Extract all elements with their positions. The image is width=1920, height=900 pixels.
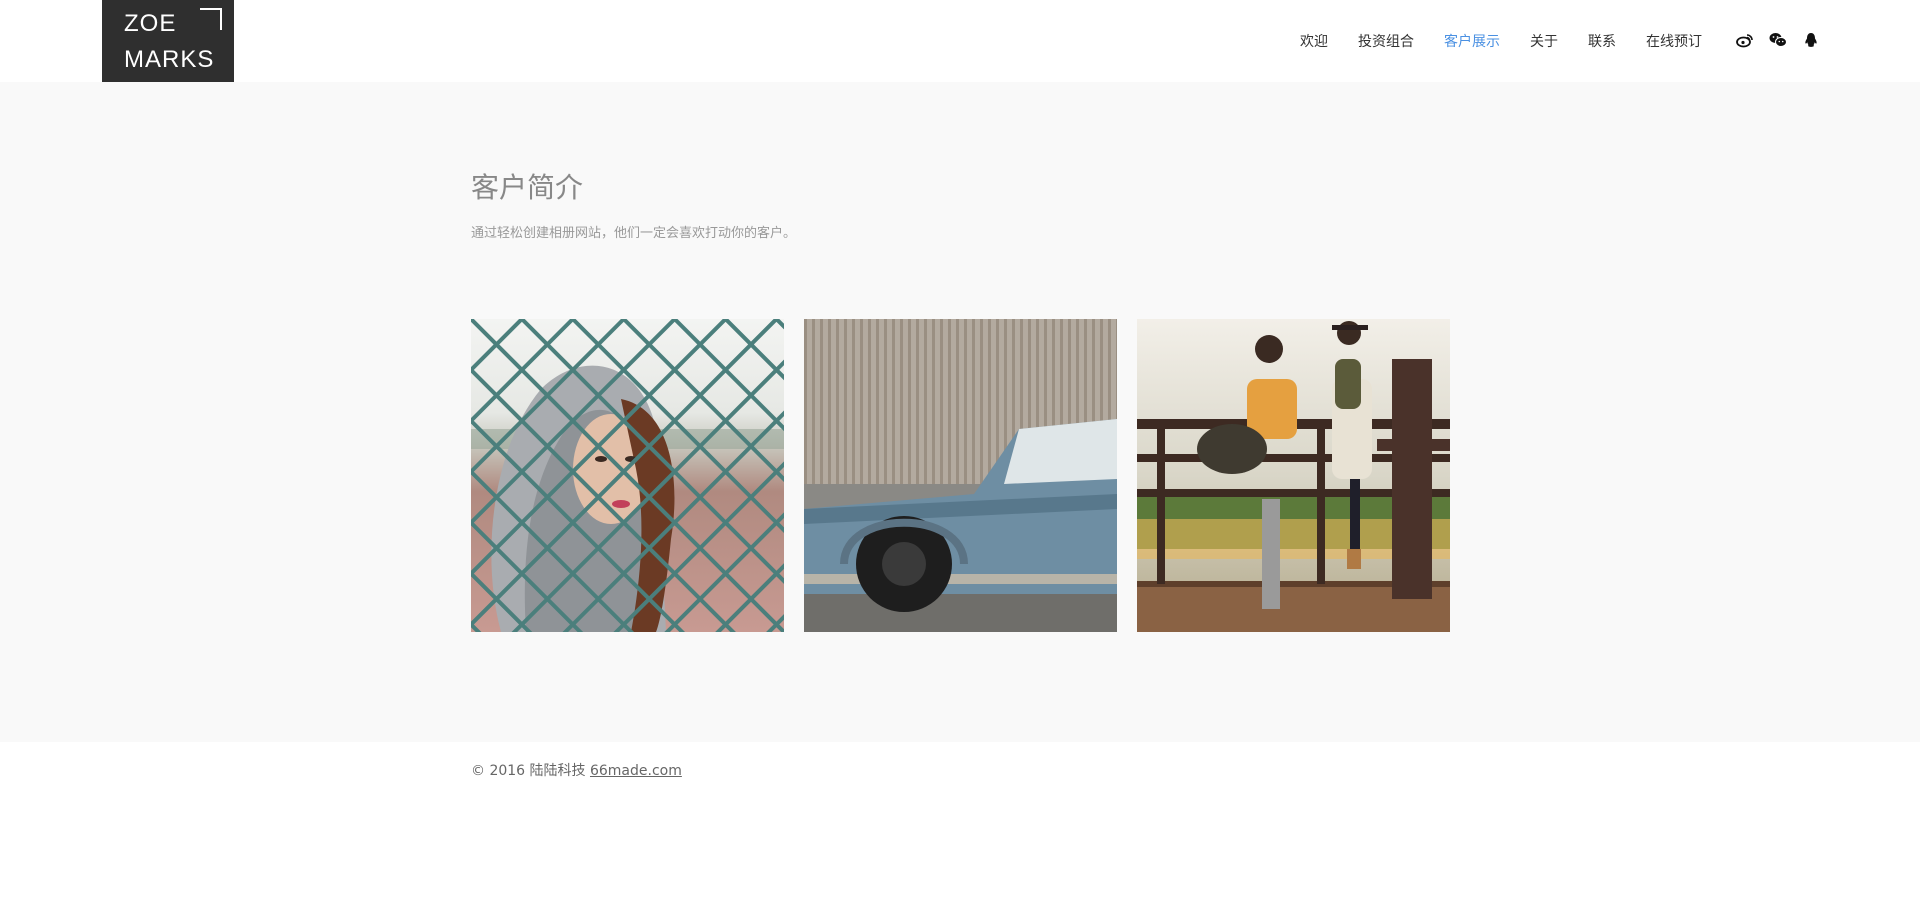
social-links — [1736, 31, 1835, 49]
site-footer: © 2016 陆陆科技 66made.com — [0, 742, 1920, 900]
section-title: 客户简介 — [471, 171, 584, 204]
main-nav: 欢迎 投资组合 客户展示 关于 联系 在线预订 — [1300, 30, 1732, 52]
weibo-icon[interactable] — [1736, 31, 1754, 49]
nav-item-booking[interactable]: 在线预订 — [1646, 31, 1702, 51]
logo[interactable]: ZOE MARKS — [102, 0, 234, 82]
nav-item-portfolio[interactable]: 投资组合 — [1358, 31, 1414, 51]
nav-item-welcome[interactable]: 欢迎 — [1300, 31, 1328, 51]
logo-text-line1: ZOE — [124, 10, 177, 37]
client-gallery — [471, 319, 1470, 632]
logo-text-line2: MARKS — [124, 46, 215, 73]
woman-behind-fence-photo[interactable] — [471, 319, 784, 632]
clients-section: 客户简介 通过轻松创建相册网站，他们一定会喜欢打动你的客户。 — [0, 82, 1920, 742]
logo-corner-mark — [200, 8, 222, 30]
footer-site-link[interactable]: 66made.com — [590, 763, 682, 779]
section-description: 通过轻松创建相册网站，他们一定会喜欢打动你的客户。 — [471, 226, 797, 241]
backpackers-photo[interactable] — [1137, 319, 1450, 632]
vintage-car-photo[interactable] — [804, 319, 1117, 632]
footer-copyright: © 2016 陆陆科技 66made.com — [471, 760, 682, 780]
site-header: ZOE MARKS 欢迎 投资组合 客户展示 关于 联系 在线预订 — [0, 0, 1920, 82]
nav-item-about[interactable]: 关于 — [1530, 31, 1558, 51]
nav-item-contact[interactable]: 联系 — [1588, 31, 1616, 51]
copyright-text: © 2016 陆陆科技 — [471, 763, 586, 779]
nav-item-clients[interactable]: 客户展示 — [1444, 31, 1500, 51]
qq-icon[interactable] — [1802, 31, 1820, 49]
wechat-icon[interactable] — [1769, 31, 1787, 49]
